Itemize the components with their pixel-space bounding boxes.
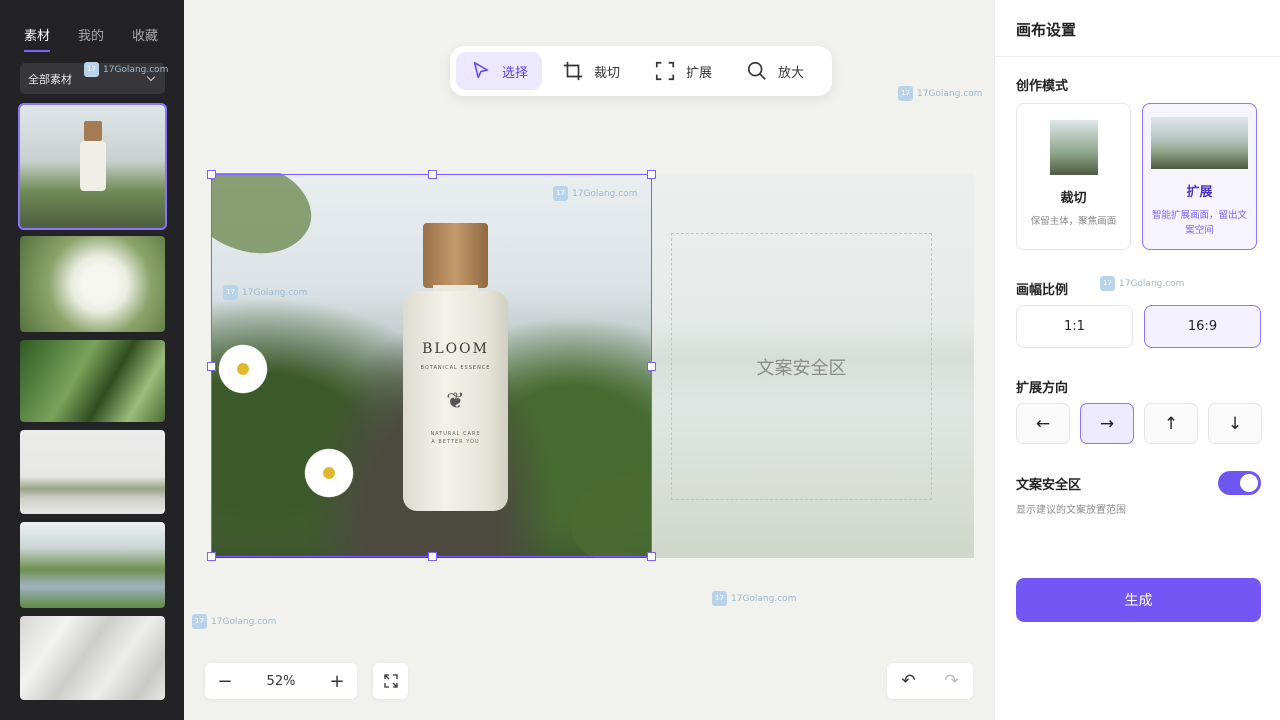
- zoom-level: 52%: [266, 673, 296, 689]
- watermark-logo: 17: [223, 285, 238, 300]
- safe-zone-toggle[interactable]: [1218, 471, 1261, 495]
- resize-handle-bottom-left[interactable]: [207, 552, 216, 561]
- crop-icon: [563, 61, 583, 81]
- tab-assets[interactable]: 素材: [24, 25, 51, 52]
- crop-tool-button[interactable]: 裁切: [548, 52, 634, 90]
- direction-down-button[interactable]: ↓: [1208, 403, 1262, 444]
- mode-expand-name: 扩展: [1186, 185, 1213, 200]
- watermark-text: 17Golang.com: [103, 64, 169, 75]
- asset-thumbnail-lake[interactable]: [20, 522, 165, 608]
- watermark: 17 17Golang.com: [223, 285, 307, 300]
- mode-section-title: 创作模式: [1016, 79, 1069, 94]
- fit-screen-button[interactable]: [373, 663, 408, 699]
- resize-handle-top-left[interactable]: [207, 170, 216, 179]
- ratio-1-1-button[interactable]: 1:1: [1016, 305, 1133, 348]
- expand-tool-button[interactable]: 扩展: [640, 52, 726, 90]
- canvas-stage[interactable]: BLOOM BOTANICAL ESSENCE ❦ NATURAL CARE A…: [207, 170, 974, 561]
- sidebar-tabs: 素材 我的 收藏: [24, 25, 158, 52]
- mode-expand-desc: 智能扩展画面，留出文案空间: [1151, 210, 1247, 236]
- history-control: ↶ ↷: [887, 663, 973, 699]
- asset-thumbnail-fabric[interactable]: [20, 616, 165, 700]
- watermark-logo: 17: [192, 614, 207, 629]
- direction-left-button[interactable]: ←: [1016, 403, 1070, 444]
- resize-handle-top-right[interactable]: [647, 170, 656, 179]
- watermark: 17 17Golang.com: [712, 591, 796, 606]
- expand-icon: [655, 61, 675, 81]
- watermark-logo: 17: [1100, 276, 1115, 291]
- asset-thumbnail-leaves[interactable]: [20, 340, 165, 422]
- zoom-in-button[interactable]: +: [329, 671, 345, 692]
- direction-up-button[interactable]: ↑: [1144, 403, 1198, 444]
- safe-zone-hint: 显示建议的文案放置范围: [1016, 505, 1126, 516]
- asset-filter-label: 全部素材: [28, 72, 72, 86]
- resize-handle-bottom[interactable]: [428, 552, 437, 561]
- tab-mine[interactable]: 我的: [78, 25, 104, 52]
- ratio-16-9-button[interactable]: 16:9: [1144, 305, 1261, 348]
- magnify-icon: [747, 61, 766, 80]
- crop-tool-label: 裁切: [594, 65, 621, 81]
- safe-zone-label: 文案安全区: [756, 357, 847, 379]
- magnify-tool-label: 放大: [778, 65, 805, 81]
- magnify-tool-button[interactable]: 放大: [732, 52, 818, 90]
- mode-crop-preview: [1049, 120, 1098, 175]
- mode-crop-desc: 保留主体，聚焦画面: [1030, 216, 1117, 227]
- zoom-out-button[interactable]: −: [217, 671, 233, 692]
- resize-handle-right[interactable]: [647, 362, 656, 371]
- mode-card-crop[interactable]: 裁切 保留主体，聚焦画面: [1016, 103, 1131, 250]
- bottle-image: [80, 121, 106, 191]
- ratio-section-title: 画幅比例: [1016, 283, 1069, 298]
- generate-button[interactable]: 生成: [1016, 578, 1261, 622]
- selection-box[interactable]: [207, 170, 656, 561]
- generate-label: 生成: [1124, 593, 1153, 609]
- undo-button[interactable]: ↶: [901, 671, 915, 691]
- watermark: 17 17Golang.com: [898, 86, 982, 101]
- watermark-logo: 17: [712, 591, 727, 606]
- mode-card-expand[interactable]: 扩展 智能扩展画面，留出文案空间: [1142, 103, 1257, 250]
- asset-thumbnail-flower[interactable]: [20, 236, 165, 332]
- watermark: 17 17Golang.com: [192, 614, 276, 629]
- watermark-text: 17Golang.com: [917, 88, 983, 99]
- watermark-text: 17Golang.com: [242, 287, 308, 298]
- asset-sidebar: 素材 我的 收藏 全部素材: [0, 0, 184, 720]
- expand-tool-label: 扩展: [686, 65, 713, 81]
- watermark: 17 17Golang.com: [1100, 276, 1184, 291]
- watermark-text: 17Golang.com: [1119, 278, 1185, 289]
- watermark-logo: 17: [898, 86, 913, 101]
- divider: [995, 56, 1280, 57]
- watermark-text: 17Golang.com: [731, 593, 797, 604]
- canvas-settings-panel: 画布设置 创作模式 裁切 保留主体，聚焦画面 扩展 智能扩展画面，留出文案空间 …: [994, 0, 1280, 720]
- fit-screen-icon: [383, 674, 398, 688]
- safe-zone-overlay: 文案安全区: [671, 233, 932, 500]
- cursor-icon: [473, 61, 489, 79]
- asset-thumbnail-bottle[interactable]: [18, 103, 167, 230]
- watermark-text: 17Golang.com: [211, 616, 277, 627]
- watermark-logo: 17: [553, 186, 568, 201]
- resize-handle-bottom-right[interactable]: [647, 552, 656, 561]
- panel-title: 画布设置: [1016, 21, 1077, 39]
- asset-thumbnail-stone[interactable]: [20, 430, 165, 514]
- resize-handle-left[interactable]: [207, 362, 216, 371]
- canvas-toolbar: 选择 裁切 扩展 放大: [450, 46, 832, 96]
- watermark: 17 17Golang.com: [84, 62, 168, 77]
- tab-favorites[interactable]: 收藏: [132, 25, 158, 52]
- direction-section-title: 扩展方向: [1016, 381, 1069, 396]
- watermark-text: 17Golang.com: [572, 188, 638, 199]
- mode-expand-preview: [1151, 117, 1248, 169]
- asset-thumbnail-list: [18, 103, 167, 708]
- select-tool-button[interactable]: 选择: [456, 52, 543, 90]
- watermark-logo: 17: [84, 62, 99, 77]
- safe-zone-section-title: 文案安全区: [1016, 478, 1082, 493]
- direction-right-button[interactable]: →: [1080, 403, 1134, 444]
- select-tool-label: 选择: [502, 65, 529, 81]
- redo-button[interactable]: ↷: [944, 671, 958, 691]
- mode-crop-name: 裁切: [1060, 191, 1087, 206]
- resize-handle-top[interactable]: [428, 170, 437, 179]
- zoom-control: − 52% +: [205, 663, 357, 699]
- watermark: 17 17Golang.com: [553, 186, 637, 201]
